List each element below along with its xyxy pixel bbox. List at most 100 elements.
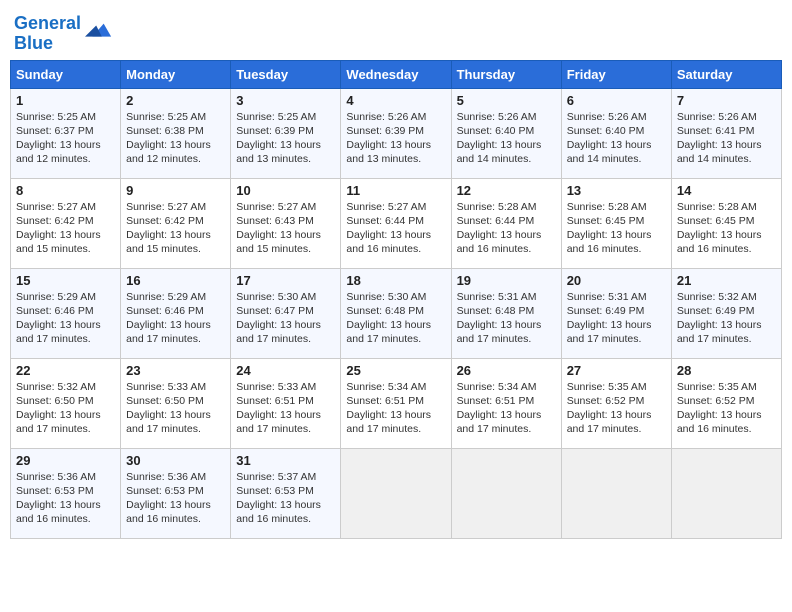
day-header-wednesday: Wednesday [341,60,451,88]
day-info: Sunrise: 5:32 AM Sunset: 6:50 PM Dayligh… [16,380,115,437]
day-number: 24 [236,363,335,378]
calendar-week-row: 22 Sunrise: 5:32 AM Sunset: 6:50 PM Dayli… [11,358,782,448]
calendar-cell: 23 Sunrise: 5:33 AM Sunset: 6:50 PM Dayli… [121,358,231,448]
calendar-header-row: SundayMondayTuesdayWednesdayThursdayFrid… [11,60,782,88]
day-info: Sunrise: 5:29 AM Sunset: 6:46 PM Dayligh… [16,290,115,347]
day-number: 4 [346,93,445,108]
day-number: 17 [236,273,335,288]
day-info: Sunrise: 5:35 AM Sunset: 6:52 PM Dayligh… [567,380,666,437]
day-info: Sunrise: 5:34 AM Sunset: 6:51 PM Dayligh… [346,380,445,437]
day-number: 19 [457,273,556,288]
calendar-week-row: 29Sunrise: 5:36 AM Sunset: 6:53 PM Dayli… [11,448,782,538]
calendar-week-row: 8 Sunrise: 5:27 AM Sunset: 6:42 PM Daylig… [11,178,782,268]
calendar-cell: 9 Sunrise: 5:27 AM Sunset: 6:42 PM Daylig… [121,178,231,268]
logo: General Blue [14,14,113,54]
calendar-cell: 15 Sunrise: 5:29 AM Sunset: 6:46 PM Dayli… [11,268,121,358]
day-number: 15 [16,273,115,288]
day-header-monday: Monday [121,60,231,88]
logo-icon [85,18,113,46]
day-number: 31 [236,453,335,468]
day-info: Sunrise: 5:28 AM Sunset: 6:44 PM Dayligh… [457,200,556,257]
day-number: 23 [126,363,225,378]
day-number: 30 [126,453,225,468]
day-number: 3 [236,93,335,108]
day-info: Sunrise: 5:28 AM Sunset: 6:45 PM Dayligh… [567,200,666,257]
calendar-table: SundayMondayTuesdayWednesdayThursdayFrid… [10,60,782,539]
day-number: 10 [236,183,335,198]
calendar-week-row: 1 Sunrise: 5:25 AM Sunset: 6:37 PM Daylig… [11,88,782,178]
day-number: 26 [457,363,556,378]
day-number: 14 [677,183,776,198]
day-number: 13 [567,183,666,198]
day-info: Sunrise: 5:25 AM Sunset: 6:38 PM Dayligh… [126,110,225,167]
calendar-cell: 27 Sunrise: 5:35 AM Sunset: 6:52 PM Dayli… [561,358,671,448]
day-number: 6 [567,93,666,108]
day-number: 22 [16,363,115,378]
day-info: Sunrise: 5:34 AM Sunset: 6:51 PM Dayligh… [457,380,556,437]
day-header-sunday: Sunday [11,60,121,88]
calendar-cell: 6 Sunrise: 5:26 AM Sunset: 6:40 PM Daylig… [561,88,671,178]
day-info: Sunrise: 5:25 AM Sunset: 6:39 PM Dayligh… [236,110,335,167]
calendar-cell [451,448,561,538]
day-info: Sunrise: 5:27 AM Sunset: 6:42 PM Dayligh… [126,200,225,257]
calendar-cell: 8 Sunrise: 5:27 AM Sunset: 6:42 PM Daylig… [11,178,121,268]
day-info: Sunrise: 5:26 AM Sunset: 6:40 PM Dayligh… [567,110,666,167]
day-info: Sunrise: 5:27 AM Sunset: 6:43 PM Dayligh… [236,200,335,257]
calendar-cell: 7Sunrise: 5:26 AM Sunset: 6:41 PM Daylig… [671,88,781,178]
day-number: 11 [346,183,445,198]
calendar-cell: 12 Sunrise: 5:28 AM Sunset: 6:44 PM Dayli… [451,178,561,268]
logo-text: General [14,14,81,34]
day-info: Sunrise: 5:31 AM Sunset: 6:48 PM Dayligh… [457,290,556,347]
day-number: 25 [346,363,445,378]
calendar-cell: 4 Sunrise: 5:26 AM Sunset: 6:39 PM Daylig… [341,88,451,178]
calendar-cell: 31 Sunrise: 5:37 AM Sunset: 6:53 PM Dayli… [231,448,341,538]
calendar-cell: 25 Sunrise: 5:34 AM Sunset: 6:51 PM Dayli… [341,358,451,448]
day-number: 20 [567,273,666,288]
day-info: Sunrise: 5:25 AM Sunset: 6:37 PM Dayligh… [16,110,115,167]
day-info: Sunrise: 5:28 AM Sunset: 6:45 PM Dayligh… [677,200,776,257]
day-number: 2 [126,93,225,108]
day-info: Sunrise: 5:31 AM Sunset: 6:49 PM Dayligh… [567,290,666,347]
day-number: 7 [677,93,776,108]
day-info: Sunrise: 5:37 AM Sunset: 6:53 PM Dayligh… [236,470,335,527]
day-number: 8 [16,183,115,198]
calendar-cell: 10 Sunrise: 5:27 AM Sunset: 6:43 PM Dayli… [231,178,341,268]
day-header-saturday: Saturday [671,60,781,88]
calendar-cell: 18 Sunrise: 5:30 AM Sunset: 6:48 PM Dayli… [341,268,451,358]
calendar-cell: 24 Sunrise: 5:33 AM Sunset: 6:51 PM Dayli… [231,358,341,448]
day-number: 27 [567,363,666,378]
day-header-tuesday: Tuesday [231,60,341,88]
calendar-cell: 21 Sunrise: 5:32 AM Sunset: 6:49 PM Dayli… [671,268,781,358]
day-number: 5 [457,93,556,108]
header: General Blue [10,10,782,54]
day-number: 21 [677,273,776,288]
day-number: 1 [16,93,115,108]
calendar-cell: 1 Sunrise: 5:25 AM Sunset: 6:37 PM Daylig… [11,88,121,178]
day-info: Sunrise: 5:26 AM Sunset: 6:39 PM Dayligh… [346,110,445,167]
day-number: 12 [457,183,556,198]
day-number: 16 [126,273,225,288]
day-info: Sunrise: 5:29 AM Sunset: 6:46 PM Dayligh… [126,290,225,347]
day-info: Sunrise: 5:36 AM Sunset: 6:53 PM Dayligh… [126,470,225,527]
day-info: Sunrise: 5:33 AM Sunset: 6:51 PM Dayligh… [236,380,335,437]
day-number: 28 [677,363,776,378]
day-info: Sunrise: 5:30 AM Sunset: 6:48 PM Dayligh… [346,290,445,347]
calendar-cell: 3 Sunrise: 5:25 AM Sunset: 6:39 PM Daylig… [231,88,341,178]
calendar-cell: 29Sunrise: 5:36 AM Sunset: 6:53 PM Dayli… [11,448,121,538]
calendar-cell: 30 Sunrise: 5:36 AM Sunset: 6:53 PM Dayli… [121,448,231,538]
day-number: 9 [126,183,225,198]
day-info: Sunrise: 5:27 AM Sunset: 6:44 PM Dayligh… [346,200,445,257]
calendar-cell: 26 Sunrise: 5:34 AM Sunset: 6:51 PM Dayli… [451,358,561,448]
day-number: 18 [346,273,445,288]
calendar-cell: 22 Sunrise: 5:32 AM Sunset: 6:50 PM Dayli… [11,358,121,448]
calendar-cell [341,448,451,538]
day-info: Sunrise: 5:35 AM Sunset: 6:52 PM Dayligh… [677,380,776,437]
calendar-cell: 5 Sunrise: 5:26 AM Sunset: 6:40 PM Daylig… [451,88,561,178]
day-info: Sunrise: 5:26 AM Sunset: 6:40 PM Dayligh… [457,110,556,167]
day-info: Sunrise: 5:33 AM Sunset: 6:50 PM Dayligh… [126,380,225,437]
calendar-cell [561,448,671,538]
day-info: Sunrise: 5:36 AM Sunset: 6:53 PM Dayligh… [16,470,115,527]
calendar-cell: 28 Sunrise: 5:35 AM Sunset: 6:52 PM Dayli… [671,358,781,448]
day-info: Sunrise: 5:32 AM Sunset: 6:49 PM Dayligh… [677,290,776,347]
day-info: Sunrise: 5:27 AM Sunset: 6:42 PM Dayligh… [16,200,115,257]
